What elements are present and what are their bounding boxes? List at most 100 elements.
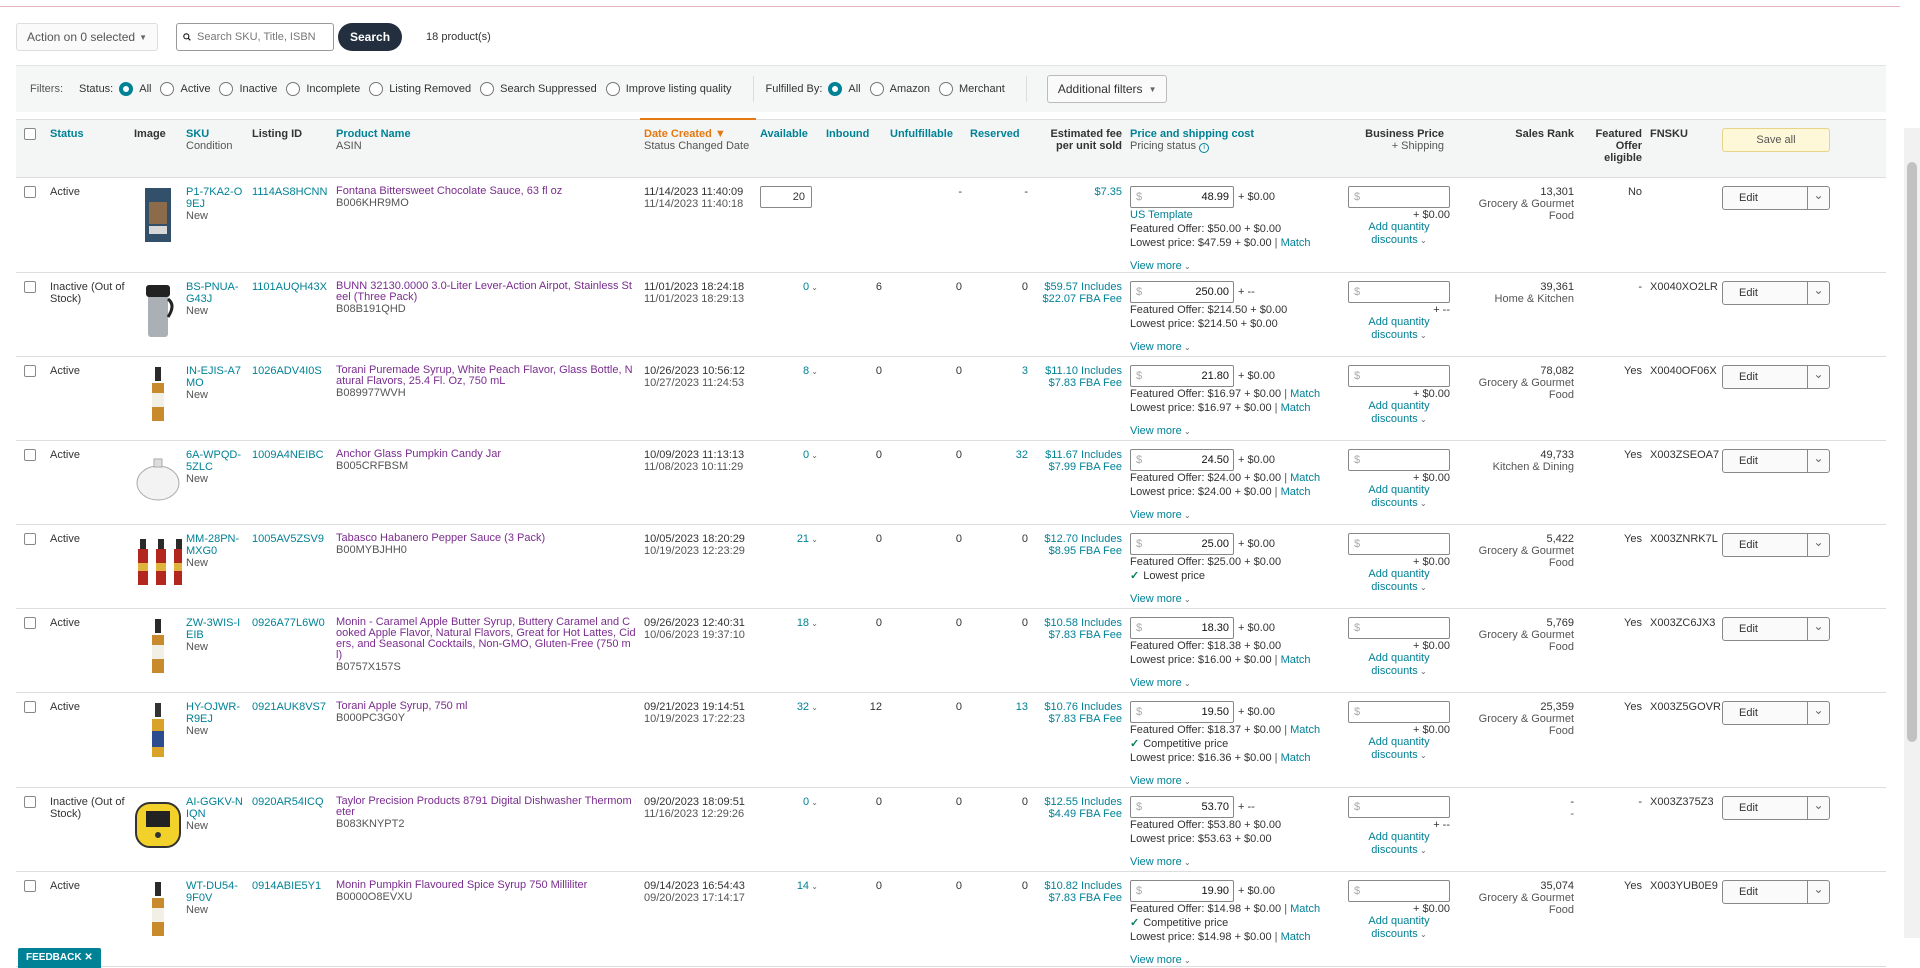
edit-dropdown-button[interactable]: ⌄ [1807, 186, 1829, 209]
product-name-link[interactable]: Torani Puremade Syrup, White Peach Flavo… [336, 364, 636, 387]
col-available[interactable]: Available [756, 118, 822, 178]
est-fee-value[interactable]: $12.70 Includes [1036, 533, 1122, 545]
search-box[interactable] [176, 23, 334, 51]
edit-dropdown-button[interactable]: ⌄ [1807, 796, 1829, 819]
sku-link[interactable]: P1-7KA2-O9EJ [186, 186, 244, 210]
col-price[interactable]: Price and shipping cost Pricing status i [1126, 118, 1344, 178]
add-quantity-discounts-link[interactable]: Add quantity discounts ⌄ [1348, 736, 1450, 762]
status-filter-radio[interactable]: Incomplete [286, 82, 360, 96]
view-more-link[interactable]: View more ⌄ [1130, 425, 1340, 437]
product-image[interactable] [134, 365, 182, 423]
add-quantity-discounts-link[interactable]: Add quantity discounts ⌄ [1348, 316, 1450, 342]
reserved-value[interactable]: 3 [1022, 365, 1028, 377]
row-checkbox[interactable] [24, 448, 36, 461]
business-price-input[interactable]: $ [1348, 532, 1450, 555]
business-price-input[interactable]: $ [1348, 879, 1450, 902]
product-image[interactable] [134, 796, 182, 854]
row-checkbox[interactable] [24, 795, 36, 808]
reserved-value[interactable]: 13 [1016, 701, 1028, 713]
match-price-link[interactable]: Match [1290, 903, 1320, 915]
view-more-link[interactable]: View more ⌄ [1130, 509, 1340, 521]
product-name-link[interactable]: Monin - Caramel Apple Butter Syrup, Butt… [336, 616, 636, 661]
price-input[interactable]: $250.00 [1130, 280, 1234, 303]
add-quantity-discounts-link[interactable]: Add quantity discounts ⌄ [1348, 400, 1450, 426]
match-price-link[interactable]: Match [1290, 388, 1320, 400]
price-input[interactable]: $19.50 [1130, 700, 1234, 723]
view-more-link[interactable]: View more ⌄ [1130, 260, 1340, 272]
business-price-input[interactable]: $ [1348, 280, 1450, 303]
search-button[interactable]: Search [338, 23, 403, 51]
product-name-link[interactable]: Anchor Glass Pumpkin Candy Jar [336, 448, 636, 460]
fulfilled-filter-radio[interactable]: Merchant [938, 82, 1005, 96]
reserved-value[interactable]: 32 [1016, 449, 1028, 461]
edit-button[interactable]: Edit [1723, 282, 1807, 304]
feedback-button[interactable]: FEEDBACK ✕ [18, 948, 101, 968]
business-price-input[interactable]: $ [1348, 185, 1450, 208]
view-more-link[interactable]: View more ⌄ [1130, 856, 1340, 868]
select-all-checkbox[interactable] [24, 127, 36, 140]
price-input[interactable]: $53.70 [1130, 795, 1234, 818]
view-more-link[interactable]: View more ⌄ [1130, 677, 1340, 689]
fulfilled-filter-radio[interactable]: Amazon [869, 82, 930, 96]
available-input[interactable]: 20 [760, 185, 812, 208]
available-link[interactable]: 0 ⌄ [803, 796, 818, 808]
edit-dropdown-button[interactable]: ⌄ [1807, 449, 1829, 472]
status-filter-radio[interactable]: Search Suppressed [480, 82, 597, 96]
match-price-link[interactable]: Match [1281, 402, 1311, 414]
edit-button[interactable]: Edit [1723, 702, 1807, 724]
est-fee-value[interactable]: $10.82 Includes [1036, 880, 1122, 892]
available-link[interactable]: 14 ⌄ [797, 880, 818, 892]
available-link[interactable]: 21 ⌄ [797, 533, 818, 545]
est-fee-value[interactable]: $11.10 Includes [1036, 365, 1122, 377]
status-filter-radio[interactable]: Listing Removed [369, 82, 471, 96]
match-price-link[interactable]: Match [1281, 654, 1311, 666]
col-reserved[interactable]: Reserved [966, 118, 1032, 178]
product-name-link[interactable]: Monin Pumpkin Flavoured Spice Syrup 750 … [336, 879, 636, 891]
edit-button[interactable]: Edit [1723, 618, 1807, 640]
product-image[interactable] [134, 449, 182, 507]
est-fee-value[interactable]: $7.35 [1036, 186, 1122, 198]
price-input[interactable]: $21.80 [1130, 364, 1234, 387]
business-price-input[interactable]: $ [1348, 448, 1450, 471]
edit-dropdown-button[interactable]: ⌄ [1807, 533, 1829, 556]
add-quantity-discounts-link[interactable]: Add quantity discounts ⌄ [1348, 831, 1450, 857]
available-link[interactable]: 8 ⌄ [803, 365, 818, 377]
info-icon[interactable]: i [1199, 142, 1210, 153]
product-name-link[interactable]: Tabasco Habanero Pepper Sauce (3 Pack) [336, 532, 636, 544]
product-image[interactable] [134, 880, 182, 938]
vertical-scrollbar[interactable] [1904, 128, 1920, 938]
price-input[interactable]: $25.00 [1130, 532, 1234, 555]
col-inbound[interactable]: Inbound [822, 118, 886, 178]
close-icon[interactable]: ✕ [84, 952, 92, 963]
est-fee-value[interactable]: $59.57 Includes [1036, 281, 1122, 293]
price-input[interactable]: $48.99 [1130, 185, 1234, 208]
add-quantity-discounts-link[interactable]: Add quantity discounts ⌄ [1348, 915, 1450, 941]
edit-dropdown-button[interactable]: ⌄ [1807, 281, 1829, 304]
price-input[interactable]: $19.90 [1130, 879, 1234, 902]
status-filter-radio[interactable]: Inactive [219, 82, 277, 96]
edit-button[interactable]: Edit [1723, 534, 1807, 556]
status-filter-radio[interactable]: All [119, 82, 151, 96]
edit-dropdown-button[interactable]: ⌄ [1807, 880, 1829, 903]
business-price-input[interactable]: $ [1348, 700, 1450, 723]
row-checkbox[interactable] [24, 364, 36, 377]
add-quantity-discounts-link[interactable]: Add quantity discounts ⌄ [1348, 568, 1450, 594]
edit-button[interactable]: Edit [1723, 797, 1807, 819]
save-all-button[interactable]: Save all [1722, 127, 1830, 152]
sku-link[interactable]: ZW-3WIS-IEIB [186, 617, 244, 641]
match-price-link[interactable]: Match [1281, 931, 1311, 943]
available-link[interactable]: 18 ⌄ [797, 617, 818, 629]
product-image[interactable] [134, 701, 182, 759]
col-status[interactable]: Status [46, 118, 130, 178]
scrollbar-thumb[interactable] [1907, 162, 1917, 742]
sku-link[interactable]: IN-EJIS-A7MO [186, 365, 244, 389]
row-checkbox[interactable] [24, 280, 36, 293]
edit-button[interactable]: Edit [1723, 187, 1807, 209]
price-input[interactable]: $18.30 [1130, 616, 1234, 639]
est-fee-value[interactable]: $10.76 Includes [1036, 701, 1122, 713]
product-image[interactable] [134, 617, 182, 675]
product-image[interactable] [134, 281, 182, 339]
product-name-link[interactable]: Torani Apple Syrup, 750 ml [336, 700, 636, 712]
status-filter-radio[interactable]: Improve listing quality [605, 82, 732, 96]
bulk-action-dropdown[interactable]: Action on 0 selected ▼ [16, 23, 158, 51]
